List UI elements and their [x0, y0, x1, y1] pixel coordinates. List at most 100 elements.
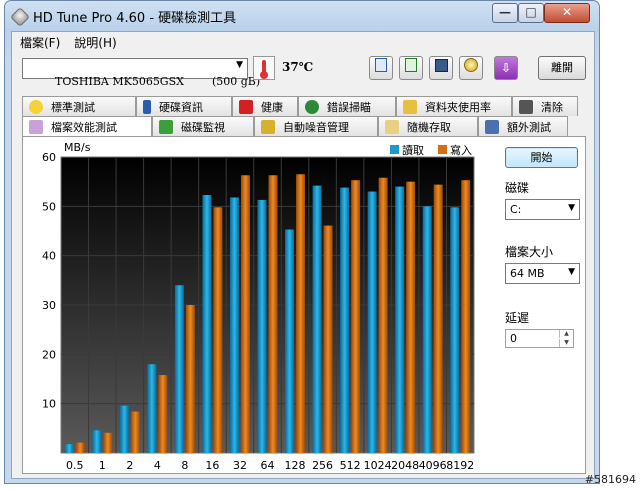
x-tick-label: 2048	[391, 459, 419, 472]
x-tick-label: 1024	[364, 459, 392, 472]
tab-health[interactable]: 健康	[232, 96, 298, 116]
tab-disk-monitor[interactable]: 磁碟監視	[152, 116, 254, 136]
filesize-combo-value: 64 MB	[510, 267, 545, 280]
chevron-down-icon: ▼	[568, 267, 575, 277]
y-tick-label: 50	[42, 200, 56, 213]
app-window: HD Tune Pro 4.60 - 硬碟檢測工具 — □ ✕ 檔案(F) 說明…	[4, 0, 600, 484]
temperature-readout: 37℃	[282, 60, 314, 74]
legend-swatch	[390, 145, 399, 154]
tab-file-benchmark[interactable]: 檔案效能測試	[22, 116, 152, 137]
bar-write	[185, 305, 195, 453]
x-tick-label: 1	[99, 459, 106, 472]
copy-screenshot-button[interactable]	[399, 56, 423, 80]
drive-select[interactable]: TOSHIBA MK5065GSX (500 gB) ▼	[22, 58, 260, 88]
bar-write	[130, 411, 140, 453]
bar-read	[367, 191, 377, 453]
tab-row-2: 檔案效能測試 磁碟監視 自動噪音管理 隨機存取 額外測試	[22, 116, 568, 137]
tab-row-1: 標準測試 硬碟資訊 健康 錯誤掃瞄 資料夾使用率 清除	[22, 96, 578, 116]
tab-label: 隨機存取	[407, 120, 451, 134]
bar-read	[395, 186, 405, 453]
disk-monitor-icon	[159, 119, 173, 134]
bar-write	[158, 375, 168, 453]
x-tick-label: 4096	[419, 459, 447, 472]
title-bar[interactable]: HD Tune Pro 4.60 - 硬碟檢測工具 — □ ✕	[5, 1, 599, 31]
bar-write	[268, 175, 278, 453]
bar-write	[296, 174, 306, 453]
delay-value: 0	[510, 332, 517, 345]
bar-write	[461, 180, 471, 453]
spin-down-icon[interactable]: ▼	[559, 339, 573, 347]
options-icon	[464, 58, 478, 72]
exit-button[interactable]: 離開	[538, 56, 586, 80]
tab-extra-tests[interactable]: 額外測試	[478, 116, 568, 136]
x-tick-label: 128	[285, 459, 306, 472]
bar-write	[351, 180, 361, 453]
window-title: HD Tune Pro 4.60 - 硬碟檢測工具	[33, 11, 237, 26]
tab-info[interactable]: 硬碟資訊	[136, 96, 232, 116]
tab-aam[interactable]: 自動噪音管理	[254, 116, 378, 136]
copy-screenshot-icon	[405, 58, 417, 72]
tab-folder-usage[interactable]: 資料夾使用率	[396, 96, 512, 116]
bar-read	[202, 194, 212, 453]
legend-swatch	[438, 145, 447, 154]
chevron-down-icon: ▼	[568, 203, 575, 213]
bar-read	[257, 199, 267, 453]
y-tick-label: 20	[42, 348, 56, 361]
delay-spinner[interactable]: 0 ▲ ▼	[505, 329, 574, 348]
start-button[interactable]: 開始	[505, 147, 578, 168]
y-axis-label: MB/s	[64, 141, 91, 154]
health-icon	[239, 99, 253, 114]
maximize-button[interactable]: □	[518, 3, 544, 23]
extra-tests-icon	[485, 119, 499, 134]
bar-write	[378, 177, 388, 453]
benchmark-icon	[29, 99, 43, 114]
close-button[interactable]: ✕	[544, 3, 590, 23]
drive-label: 磁碟	[505, 181, 530, 195]
save-icon	[434, 59, 448, 72]
tab-label: 額外測試	[507, 120, 551, 134]
drive-combo[interactable]: C: ▼	[505, 199, 580, 220]
tab-label: 錯誤掃瞄	[327, 100, 371, 114]
error-scan-icon	[305, 99, 319, 114]
legend-label: 讀取	[402, 143, 424, 157]
x-tick-label: 0.5	[66, 459, 84, 472]
copy-text-button[interactable]	[369, 56, 393, 80]
bar-write	[406, 181, 416, 453]
tab-benchmark[interactable]: 標準測試	[22, 96, 136, 116]
spin-up-icon[interactable]: ▲	[559, 330, 573, 338]
bar-write	[240, 175, 250, 453]
x-tick-label: 16	[205, 459, 219, 472]
save-button[interactable]	[429, 56, 453, 80]
tab-random-access[interactable]: 隨機存取	[378, 116, 478, 136]
chevron-down-icon: ▼	[236, 60, 243, 70]
x-tick-label: 8192	[446, 459, 474, 472]
bar-read	[92, 430, 102, 453]
bar-read	[119, 405, 129, 453]
client-area: 檔案(F) 說明(H) TOSHIBA MK5065GSX (500 gB) ▼…	[11, 31, 595, 479]
tab-label: 健康	[261, 100, 283, 114]
folder-usage-icon	[403, 99, 417, 114]
x-tick-label: 512	[340, 459, 361, 472]
bar-read	[340, 187, 350, 453]
menu-help[interactable]: 說明(H)	[74, 34, 116, 51]
app-icon	[10, 7, 30, 27]
x-tick-label: 4	[154, 459, 161, 472]
filesize-combo[interactable]: 64 MB ▼	[505, 263, 580, 284]
y-tick-label: 60	[42, 151, 56, 164]
tab-erase[interactable]: 清除	[512, 96, 578, 116]
minimize-button[interactable]: —	[492, 3, 518, 23]
tab-error-scan[interactable]: 錯誤掃瞄	[298, 96, 396, 116]
tab-label: 清除	[541, 100, 563, 114]
transfer-rate-chart: 10 20 30 40 50 60 MB/s 0.5 1 2 4 8 16 32 64 128 256 512 10…	[42, 141, 475, 472]
x-tick-label: 256	[312, 459, 333, 472]
drive-combo-value: C:	[510, 203, 522, 216]
aam-icon	[261, 119, 275, 134]
download-icon: ⇩	[500, 61, 512, 75]
download-button[interactable]: ⇩	[494, 56, 518, 80]
menu-file[interactable]: 檔案(F)	[20, 34, 60, 51]
file-benchmark-icon	[29, 120, 43, 134]
legend-label: 寫入	[450, 143, 472, 157]
options-button[interactable]	[459, 56, 483, 80]
x-tick-label: 32	[233, 459, 247, 472]
tab-label: 檔案效能測試	[51, 121, 117, 134]
